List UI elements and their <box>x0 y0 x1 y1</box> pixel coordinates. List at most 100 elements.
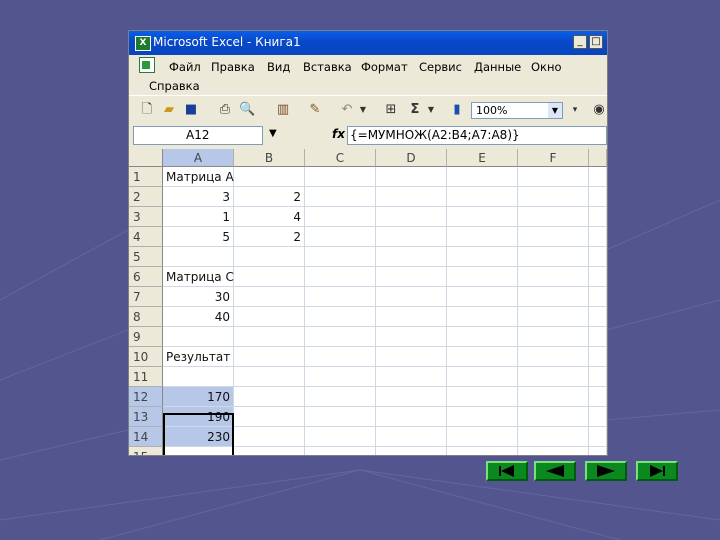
row-header[interactable]: 13 <box>129 407 163 427</box>
cell[interactable] <box>305 267 376 287</box>
cell[interactable] <box>234 247 305 267</box>
cell[interactable] <box>376 307 447 327</box>
cell[interactable] <box>589 447 607 455</box>
last-slide-button[interactable] <box>636 461 678 481</box>
cell[interactable] <box>163 447 234 455</box>
row-header[interactable]: 15 <box>129 447 163 455</box>
row-header[interactable]: 12 <box>129 387 163 407</box>
toolbar-options-icon[interactable]: ▾ <box>567 102 583 118</box>
cell[interactable]: 170 <box>163 387 234 407</box>
cell[interactable] <box>518 287 589 307</box>
autosum-dropdown-icon[interactable]: ▼ <box>423 102 439 118</box>
menu-data[interactable]: Данные <box>474 60 521 74</box>
column-header-d[interactable]: D <box>376 149 447 167</box>
workbook-icon[interactable] <box>139 57 155 73</box>
cell[interactable] <box>589 387 607 407</box>
cell[interactable] <box>518 207 589 227</box>
cell[interactable] <box>589 227 607 247</box>
cell[interactable] <box>589 187 607 207</box>
cell[interactable] <box>589 427 607 447</box>
cell[interactable] <box>589 347 607 367</box>
worksheet-grid[interactable]: A B C D E F 1 Матрица A 2 3 2 3 1 4 4 5 2 5 6 Матрица… <box>129 149 607 455</box>
previous-slide-button[interactable] <box>534 461 576 481</box>
cell[interactable] <box>234 387 305 407</box>
row-header[interactable]: 1 <box>129 167 163 187</box>
chart-wizard-icon[interactable]: ▮ <box>449 102 465 118</box>
cell[interactable] <box>518 447 589 455</box>
cell[interactable] <box>234 407 305 427</box>
minimize-button[interactable]: _ <box>573 35 587 49</box>
cell[interactable] <box>305 187 376 207</box>
cell[interactable] <box>589 267 607 287</box>
zoom-dropdown-icon[interactable]: ▼ <box>548 103 562 118</box>
cell[interactable] <box>234 307 305 327</box>
row-header[interactable]: 4 <box>129 227 163 247</box>
cell[interactable] <box>376 207 447 227</box>
undo-icon[interactable]: ↶ <box>339 102 355 118</box>
cell[interactable] <box>305 207 376 227</box>
cell[interactable] <box>447 287 518 307</box>
cell[interactable] <box>376 267 447 287</box>
cell[interactable] <box>376 187 447 207</box>
cell[interactable] <box>589 367 607 387</box>
cell[interactable] <box>305 327 376 347</box>
column-header-a[interactable]: A <box>163 149 234 167</box>
column-header-c[interactable]: C <box>305 149 376 167</box>
cell[interactable]: 5 <box>163 227 234 247</box>
cell[interactable] <box>518 247 589 267</box>
cell[interactable] <box>518 427 589 447</box>
cell[interactable]: 2 <box>234 187 305 207</box>
cell[interactable] <box>305 227 376 247</box>
menu-view[interactable]: Вид <box>267 60 290 74</box>
cell[interactable] <box>447 187 518 207</box>
next-slide-button[interactable] <box>585 461 627 481</box>
cell[interactable] <box>163 367 234 387</box>
cell[interactable] <box>518 367 589 387</box>
cell[interactable] <box>447 347 518 367</box>
format-painter-icon[interactable]: ✎ <box>307 102 323 118</box>
cell[interactable] <box>447 327 518 347</box>
cell[interactable] <box>589 167 607 187</box>
row-header[interactable]: 6 <box>129 267 163 287</box>
cell[interactable] <box>234 287 305 307</box>
cell[interactable] <box>447 367 518 387</box>
cell[interactable] <box>376 287 447 307</box>
row-header[interactable]: 8 <box>129 307 163 327</box>
autosum-icon[interactable]: Σ <box>407 102 423 118</box>
cell[interactable] <box>447 387 518 407</box>
row-header[interactable]: 10 <box>129 347 163 367</box>
cell[interactable] <box>234 327 305 347</box>
cell[interactable] <box>518 187 589 207</box>
menu-tools[interactable]: Сервис <box>419 60 462 74</box>
cell[interactable] <box>305 387 376 407</box>
insert-function-icon[interactable]: fx <box>332 127 345 141</box>
cell[interactable] <box>376 447 447 455</box>
cell[interactable] <box>234 267 305 287</box>
formula-input[interactable]: {=МУМНОЖ(A2:B4;A7:A8)} <box>347 126 607 145</box>
cell[interactable] <box>305 347 376 367</box>
cell[interactable] <box>234 447 305 455</box>
cell[interactable] <box>447 247 518 267</box>
cell[interactable] <box>589 247 607 267</box>
menu-window[interactable]: Окно <box>531 60 562 74</box>
cell[interactable] <box>376 227 447 247</box>
cell[interactable] <box>518 227 589 247</box>
menu-file[interactable]: Файл <box>169 60 201 74</box>
cell[interactable] <box>518 407 589 427</box>
cell[interactable]: Матрица C <box>163 267 234 287</box>
cell[interactable] <box>518 167 589 187</box>
cell[interactable] <box>234 367 305 387</box>
menu-insert[interactable]: Вставка <box>303 60 352 74</box>
print-icon[interactable]: ⎙ <box>217 102 233 118</box>
row-header[interactable]: 5 <box>129 247 163 267</box>
cell[interactable] <box>518 307 589 327</box>
cell[interactable] <box>376 347 447 367</box>
cell[interactable] <box>376 407 447 427</box>
row-header[interactable]: 2 <box>129 187 163 207</box>
undo-dropdown-icon[interactable]: ▼ <box>355 102 371 118</box>
cell[interactable] <box>305 247 376 267</box>
cell[interactable] <box>447 447 518 455</box>
cell[interactable] <box>305 307 376 327</box>
cell[interactable]: 230 <box>163 427 234 447</box>
cell[interactable] <box>447 167 518 187</box>
